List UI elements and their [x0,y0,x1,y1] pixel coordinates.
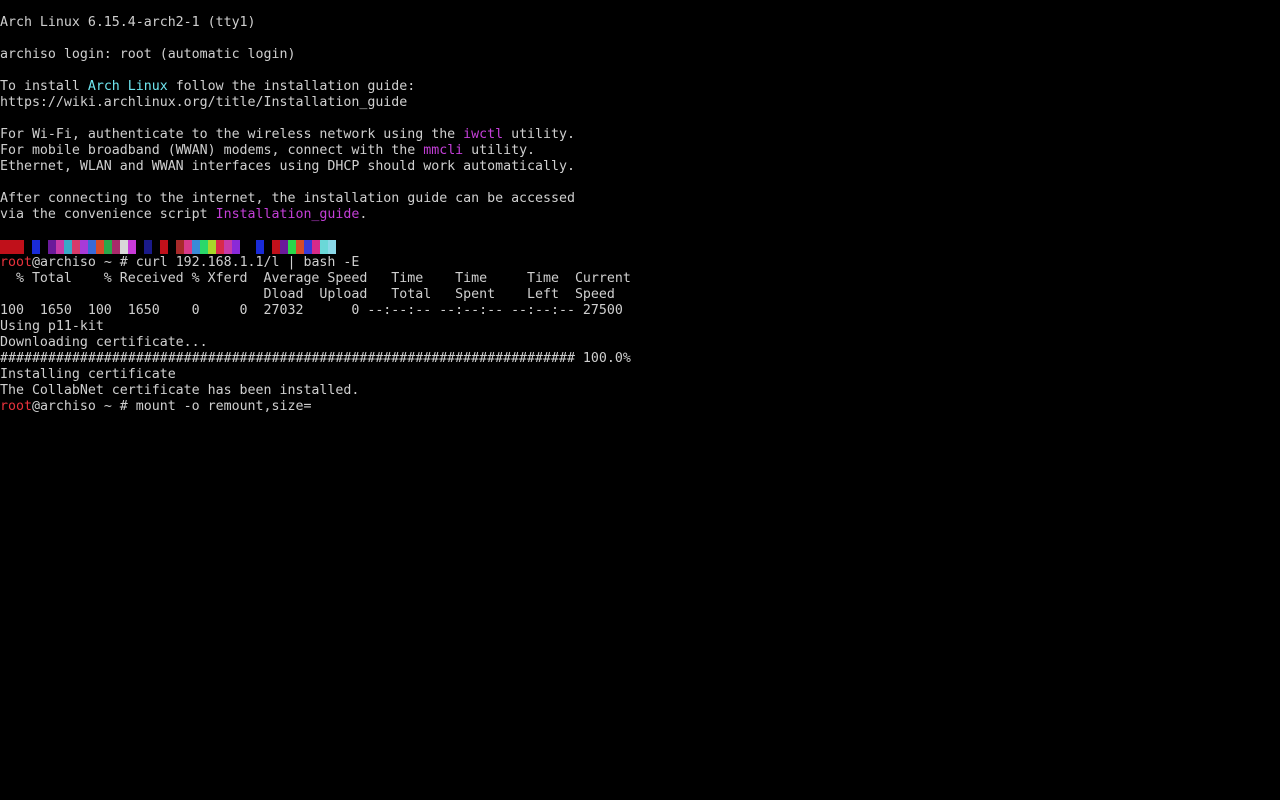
installation-guide-highlight: Installation_guide [215,207,360,222]
install-url-line: https://wiki.archlinux.org/title/Install… [0,95,408,110]
iwctl-highlight: iwctl [463,127,504,142]
mmcli-highlight: mmcli [423,143,464,158]
wifi-suffix: utility. [503,127,575,142]
command-curl: curl 192.168.1.1/l | bash -E [135,255,360,270]
downloading-line: Downloading certificate... [0,335,208,350]
installing-line: Installing certificate [0,367,176,382]
install-line: To install Arch Linux follow the install… [0,79,1280,95]
after-prefix: via the convenience script [0,207,216,222]
wwan-suffix: utility. [463,143,536,158]
after-line-1: After connecting to the internet, the in… [0,191,575,206]
prompt-line-mount[interactable]: root@archiso ~ # mount -o remount,size= [0,399,1280,415]
command-input[interactable]: mount -o remount,size= [136,399,312,414]
terminal-screen[interactable]: Arch Linux 6.15.4-arch2-1 (tty1) archiso… [0,0,1280,800]
after-line-2: via the convenience script Installation_… [0,207,1280,223]
banner-line: Arch Linux 6.15.4-arch2-1 (tty1) [0,15,256,30]
curl-header-2: Dload Upload Total Spent Left Speed [0,287,615,302]
prompt-user: root [0,255,32,270]
curl-header-1: % Total % Received % Xferd Average Speed… [0,271,631,286]
after-suffix: . [359,207,368,222]
install-suffix: follow the installation guide: [167,79,416,94]
prompt-line-curl: root@archiso ~ # curl 192.168.1.1/l | ba… [0,255,1280,271]
color-glitch-bar [0,239,1280,255]
arch-linux-highlight: Arch Linux [87,79,168,94]
wifi-line: For Wi-Fi, authenticate to the wireless … [0,127,1280,143]
login-line: archiso login: root (automatic login) [0,47,296,62]
install-prefix: To install [0,79,88,94]
installed-line: The CollabNet certificate has been insta… [0,383,360,398]
prompt-host: @archiso ~ # [31,255,136,270]
wwan-line: For mobile broadband (WWAN) modems, conn… [0,143,1280,159]
prompt-user: root [0,399,32,414]
prompt-host: @archiso ~ # [31,399,136,414]
wifi-prefix: For Wi-Fi, authenticate to the wireless … [0,127,464,142]
p11-kit-line: Using p11-kit [0,319,104,334]
ethernet-line: Ethernet, WLAN and WWAN interfaces using… [0,159,575,174]
terminal-output: Arch Linux 6.15.4-arch2-1 (tty1) archiso… [0,15,1280,415]
wwan-prefix: For mobile broadband (WWAN) modems, conn… [0,143,424,158]
curl-progress-row: 100 1650 100 1650 0 0 27032 0 --:--:-- -… [0,303,623,318]
download-progress-bar: ########################################… [0,351,631,366]
